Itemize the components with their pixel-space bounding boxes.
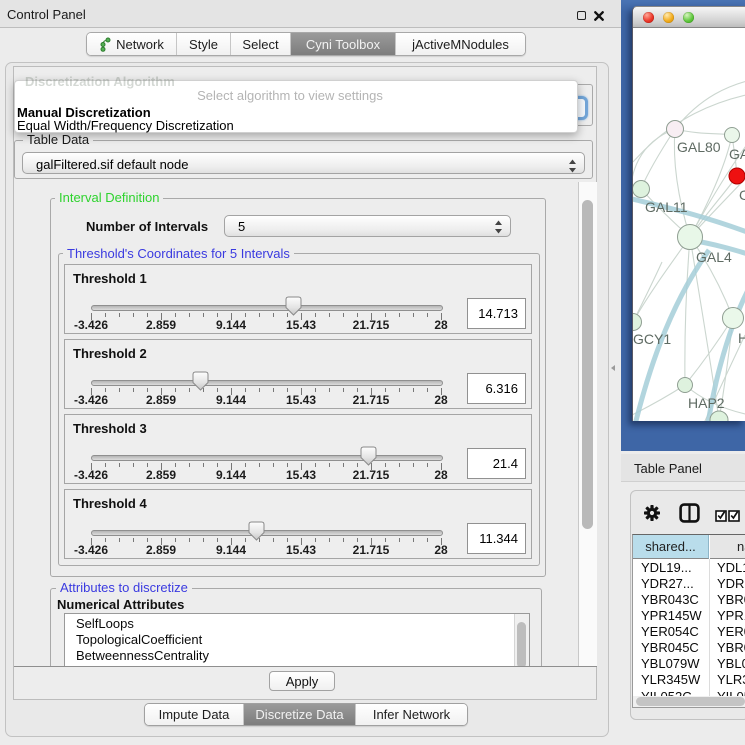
svg-text:HIS4: HIS4 [738, 330, 745, 346]
svg-text:CDC6: CDC6 [739, 187, 745, 203]
svg-text:GAL4: GAL4 [696, 249, 732, 265]
svg-text:GAL11: GAL11 [645, 199, 688, 215]
svg-text:GAL3: GAL3 [729, 146, 745, 162]
svg-text:HAP2: HAP2 [688, 395, 725, 411]
svg-text:GCY1: GCY1 [633, 331, 671, 347]
svg-text:GAL80: GAL80 [677, 139, 721, 155]
